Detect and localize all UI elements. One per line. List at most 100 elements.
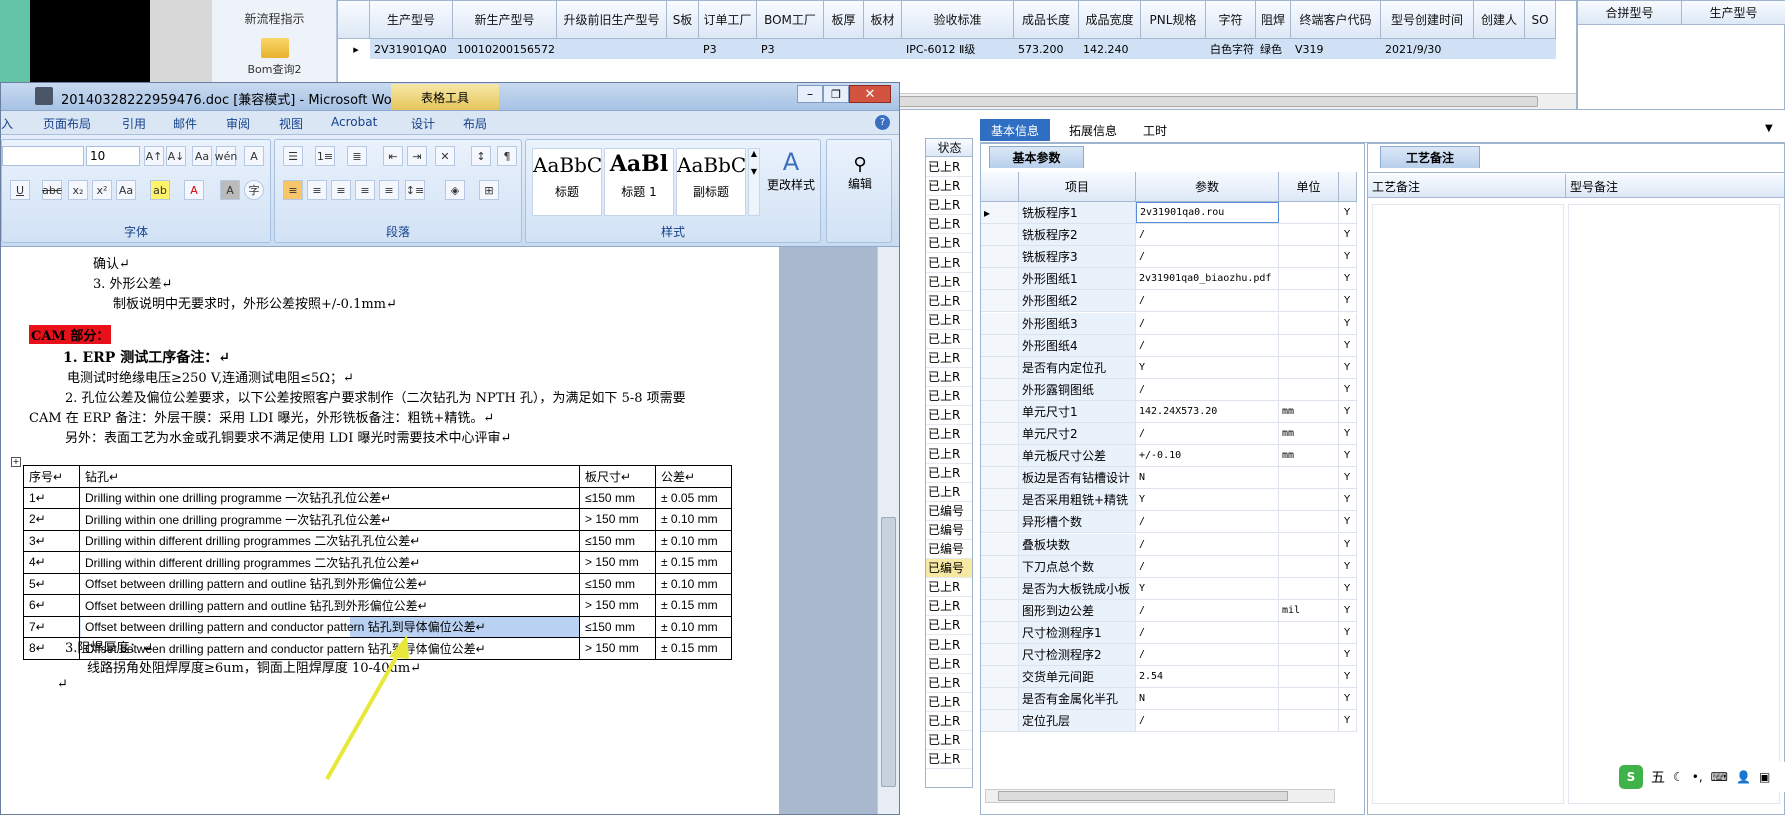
param-row[interactable]: 定位孔层 / Y [981,710,1357,733]
param-unit[interactable] [1279,334,1339,356]
grid-cell[interactable] [557,39,667,59]
param-flag[interactable]: Y [1339,246,1357,268]
param-flag[interactable]: Y [1339,621,1357,643]
param-row[interactable]: 图形到边公差 / mil Y [981,599,1357,622]
change-case-icon[interactable]: Aa [116,180,136,200]
sort-icon[interactable]: ↕ [471,146,491,166]
param-flag[interactable]: Y [1339,533,1357,555]
param-unit[interactable] [1279,533,1339,555]
user-icon[interactable]: 👤 [1736,770,1751,784]
col-header[interactable]: 升级前旧生产型号 [557,1,667,39]
status-cell[interactable]: 已上R [926,693,972,712]
maximize-button[interactable]: ❐ [823,85,849,103]
param-row[interactable]: 下刀点总个数 / Y [981,555,1357,578]
param-row[interactable]: 是否为大板铣成小板 Y Y [981,577,1357,600]
param-unit[interactable] [1279,555,1339,577]
param-unit[interactable]: mm [1279,423,1339,444]
param-row[interactable]: 是否有金属化半孔 N Y [981,688,1357,711]
status-cell[interactable]: 已上R [926,731,972,750]
param-row[interactable]: 单元板尺寸公差 +/-0.10 mm Y [981,445,1357,468]
status-cell[interactable]: 已上R [926,254,972,273]
param-flag[interactable]: Y [1339,445,1357,467]
enclose-char-icon[interactable]: 字 [244,180,264,200]
subscript-icon[interactable]: x₂ [68,180,88,200]
param-value[interactable]: / [1136,621,1279,643]
grid-cell[interactable]: 2021/9/30 [1381,39,1474,59]
param-value[interactable]: Y [1136,577,1279,599]
param-row[interactable]: 外形图纸1 2v31901qa0_biaozhu.pdf Y [981,268,1357,291]
superscript-icon[interactable]: x² [92,180,112,200]
param-value[interactable]: 2.54 [1136,666,1279,688]
param-flag[interactable]: Y [1339,202,1357,223]
status-cell[interactable]: 已上R [926,330,972,349]
word-titlebar[interactable]: 20140328222959476.doc [兼容模式] - Microsoft… [1,83,899,111]
param-row[interactable]: 单元尺寸2/mm Y [981,423,1357,445]
param-row[interactable]: 外形图纸3/ Y [981,312,1357,335]
tab-basic-params[interactable]: 基本参数 [989,146,1084,168]
param-flag[interactable]: Y [1339,423,1357,444]
param-unit[interactable] [1279,511,1339,533]
param-unit[interactable] [1279,246,1339,268]
param-value[interactable]: Y [1136,356,1279,378]
style-title[interactable]: AaBbC 标题 [532,148,602,216]
tab-man-hours[interactable]: 工时 [1130,119,1180,141]
param-value[interactable]: / [1136,599,1279,621]
status-cell[interactable]: 已上R [926,616,972,636]
style-subtitle[interactable]: AaBbC 副标题 [676,148,746,216]
edit-button[interactable]: ⚲ 编辑 [827,154,893,192]
grid-cell[interactable]: P3 [699,39,757,59]
grid-cell[interactable] [1474,39,1525,59]
status-cell[interactable]: 已上R [926,597,972,617]
tab-review[interactable]: 审阅 [226,115,250,132]
document-page[interactable]: 确认↵ 3. 外形公差↵ 制板说明中无要求时，外形公差按照+/-0.1mm↵ C… [1,247,779,814]
status-cell[interactable]: 已上R [926,674,972,693]
tab-basic-info[interactable]: 基本信息 [980,119,1050,141]
col-header[interactable]: 新生产型号 [453,1,557,39]
col-header[interactable]: 终端客户代码 [1291,1,1381,39]
justify-icon[interactable]: ≡ [355,180,375,200]
status-cell[interactable]: 已上R [926,406,972,426]
param-unit[interactable] [1279,202,1339,223]
font-color-icon[interactable]: A [184,180,204,200]
param-flag[interactable]: Y [1339,710,1357,732]
param-row[interactable]: 叠板块数 / Y [981,533,1357,556]
scroll-thumb[interactable] [881,517,896,787]
status-cell[interactable]: 已上R [926,464,972,483]
phonetic-icon[interactable]: wén [215,146,237,166]
col-header[interactable]: 订单工厂 [699,1,757,39]
col-header-item[interactable]: 项目 [1019,172,1136,202]
param-unit[interactable] [1279,312,1339,334]
align-left-icon[interactable]: ≡ [283,180,303,200]
param-flag[interactable]: Y [1339,400,1357,422]
change-styles-button[interactable]: A 更改样式 [762,148,820,218]
ime-mode-label[interactable]: 五 [1651,767,1665,787]
char-border-icon[interactable]: A [244,146,264,166]
status-cell[interactable]: 已上R [926,158,972,177]
sogou-icon[interactable]: S [1619,765,1643,789]
craft-note-header[interactable]: 工艺备注 [1368,174,1566,198]
param-row[interactable]: 铣板程序3/ Y [981,246,1357,269]
param-row[interactable]: 是否采用粗铣+精铣 Y Y [981,489,1357,512]
status-cell[interactable]: 已上R [926,196,972,216]
param-flag[interactable]: Y [1339,489,1357,511]
col-header-prodno[interactable]: 生产型号 [1682,1,1785,25]
craft-note-textarea[interactable] [1372,204,1564,804]
col-header[interactable]: 成品宽度 [1079,1,1141,39]
param-value[interactable]: 2v31901qa0.rou [1136,202,1279,223]
tab-mailings[interactable]: 邮件 [173,115,197,132]
chevron-down-icon[interactable]: ▼ [1765,123,1773,134]
grid-cell[interactable]: 2V31901QA0 [370,39,453,59]
param-unit[interactable] [1279,356,1339,378]
col-header-merge[interactable]: 合拼型号 [1578,1,1682,25]
status-cell[interactable]: 已上R [926,636,972,655]
col-header[interactable]: 板材 [864,1,902,39]
skin-icon[interactable]: ▣ [1759,770,1770,784]
param-flag[interactable]: Y [1339,312,1357,334]
param-flag[interactable]: Y [1339,666,1357,688]
col-header[interactable]: 成品长度 [1014,1,1079,39]
status-cell[interactable]: 已上R [926,445,972,464]
status-cell[interactable]: 已上R [926,750,972,770]
tab-layout[interactable]: 布局 [463,115,487,132]
col-header-unit[interactable]: 单位 [1279,172,1339,202]
param-unit[interactable] [1279,688,1339,710]
